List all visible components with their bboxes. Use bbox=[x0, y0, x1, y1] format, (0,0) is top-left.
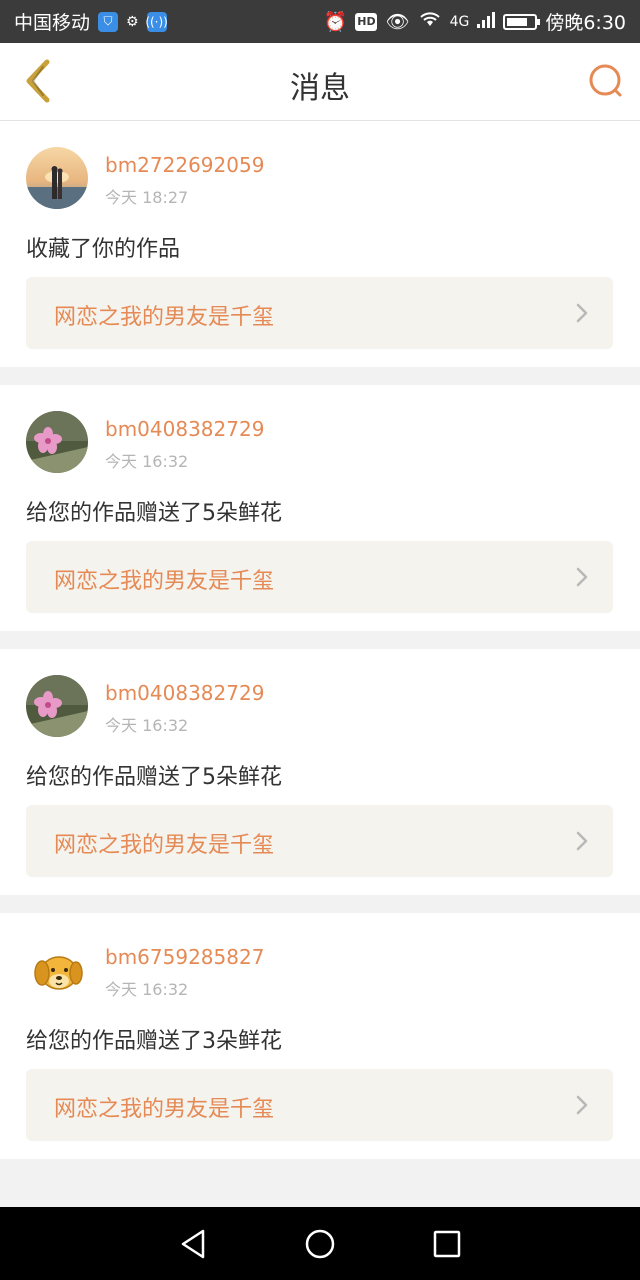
chevron-right-icon bbox=[576, 567, 588, 587]
username[interactable]: bm0408382729 bbox=[105, 417, 264, 441]
status-bar: 中国移动 ⛉ ⚙ ((·)) ⏰ HD 👁 4G 傍晚6:30 bbox=[0, 0, 640, 43]
search-button[interactable] bbox=[586, 61, 626, 101]
message-text: 给您的作品赠送了5朵鲜花 bbox=[26, 765, 282, 790]
work-link[interactable]: 网恋之我的男友是千玺 bbox=[26, 541, 613, 613]
signal-icon bbox=[477, 11, 496, 33]
clock-label: 傍晚6:30 bbox=[545, 12, 626, 34]
hd-icon: HD bbox=[355, 12, 378, 31]
eye-icon: 👁 bbox=[385, 11, 410, 33]
app-header: 消息 bbox=[0, 43, 640, 121]
avatar[interactable] bbox=[26, 411, 88, 473]
message-card: bm2722692059 今天 18:27 收藏了你的作品 网恋之我的男友是千玺 bbox=[0, 121, 640, 367]
message-list: bm2722692059 今天 18:27 收藏了你的作品 网恋之我的男友是千玺 bbox=[0, 121, 640, 1177]
work-title: 网恋之我的男友是千玺 bbox=[54, 569, 275, 594]
nav-back-button[interactable] bbox=[173, 1224, 213, 1264]
hotspot-icon: ((·)) bbox=[145, 11, 168, 32]
app-notification-icon: ⚙ bbox=[126, 13, 139, 30]
shield-icon: ⛉ bbox=[98, 11, 119, 32]
avatar[interactable] bbox=[26, 939, 88, 1001]
message-text: 给您的作品赠送了3朵鲜花 bbox=[26, 1029, 282, 1054]
flower-photo-avatar-icon bbox=[26, 411, 88, 473]
couple-photo-avatar-icon bbox=[26, 147, 88, 209]
battery-icon bbox=[503, 13, 541, 30]
message-card: bm6759285827 今天 16:32 给您的作品赠送了3朵鲜花 网恋之我的… bbox=[0, 913, 640, 1159]
work-link[interactable]: 网恋之我的男友是千玺 bbox=[26, 805, 613, 877]
chevron-right-icon bbox=[576, 1095, 588, 1115]
work-link[interactable]: 网恋之我的男友是千玺 bbox=[26, 1069, 613, 1141]
circle-home-icon bbox=[305, 1229, 335, 1258]
alarm-icon: ⏰ bbox=[323, 11, 348, 33]
wifi-icon bbox=[418, 10, 442, 33]
message-card: bm0408382729 今天 16:32 给您的作品赠送了5朵鲜花 网恋之我的… bbox=[0, 649, 640, 895]
message-card: bm0408382729 今天 16:32 给您的作品赠送了5朵鲜花 网恋之我的… bbox=[0, 385, 640, 631]
timestamp: 今天 16:32 bbox=[105, 452, 189, 471]
triangle-back-icon bbox=[182, 1229, 205, 1258]
nav-recents-button[interactable] bbox=[427, 1224, 467, 1264]
carrier-label: 中国移动 bbox=[14, 12, 91, 34]
work-link[interactable]: 网恋之我的男友是千玺 bbox=[26, 277, 613, 349]
chevron-right-icon bbox=[576, 303, 588, 323]
timestamp: 今天 18:27 bbox=[105, 188, 189, 207]
system-nav-bar bbox=[0, 1207, 640, 1280]
work-title: 网恋之我的男友是千玺 bbox=[54, 833, 275, 858]
page-title: 消息 bbox=[290, 71, 350, 106]
dog-cartoon-avatar-icon bbox=[26, 939, 88, 1001]
timestamp: 今天 16:32 bbox=[105, 716, 189, 735]
timestamp: 今天 16:32 bbox=[105, 980, 189, 999]
message-text: 收藏了你的作品 bbox=[26, 237, 181, 262]
network-type-label: 4G bbox=[449, 13, 470, 30]
username[interactable]: bm2722692059 bbox=[105, 153, 264, 177]
message-text: 给您的作品赠送了5朵鲜花 bbox=[26, 501, 282, 526]
avatar[interactable] bbox=[26, 147, 88, 209]
username[interactable]: bm6759285827 bbox=[105, 945, 264, 969]
username[interactable]: bm0408382729 bbox=[105, 681, 264, 705]
work-title: 网恋之我的男友是千玺 bbox=[54, 305, 275, 330]
search-icon bbox=[589, 64, 622, 97]
square-recents-icon bbox=[433, 1230, 460, 1257]
nav-home-button[interactable] bbox=[300, 1224, 340, 1264]
avatar[interactable] bbox=[26, 675, 88, 737]
flower-photo-avatar-icon bbox=[26, 675, 88, 737]
chevron-right-icon bbox=[576, 831, 588, 851]
work-title: 网恋之我的男友是千玺 bbox=[54, 1097, 275, 1122]
